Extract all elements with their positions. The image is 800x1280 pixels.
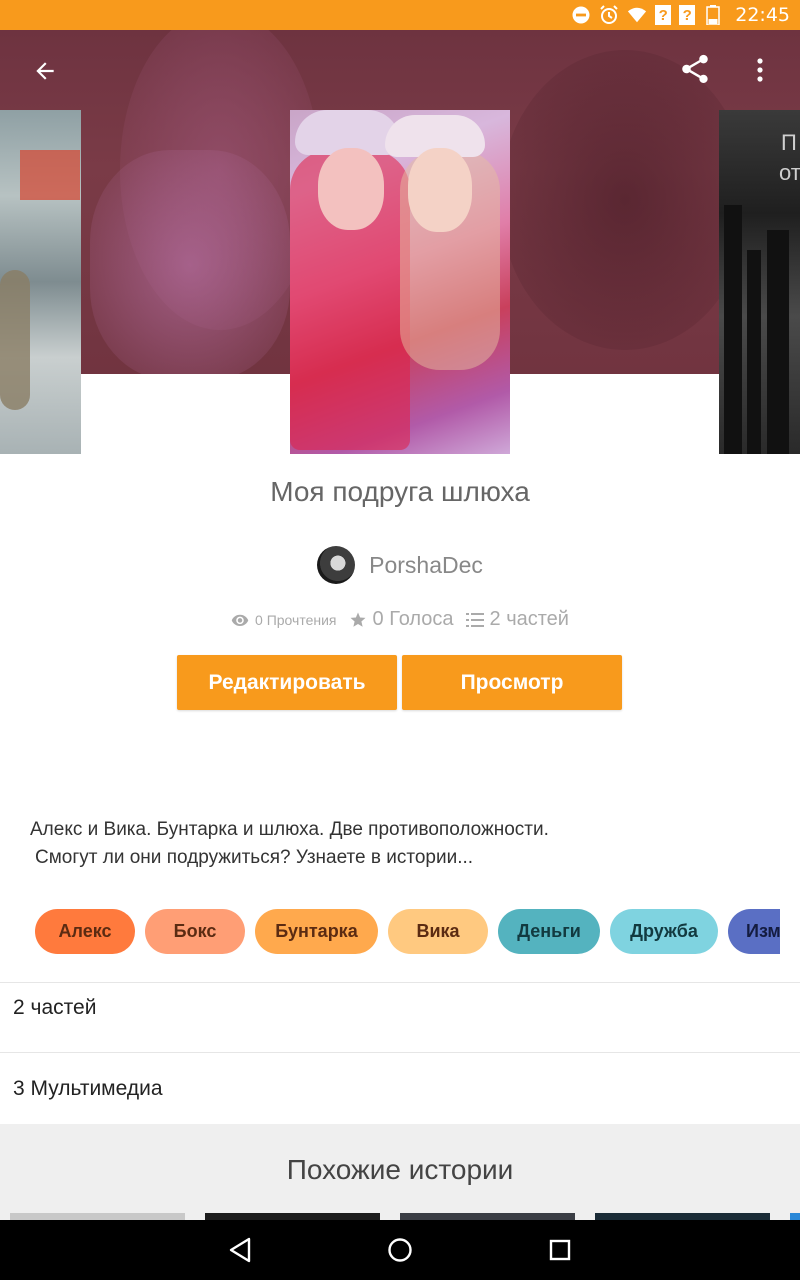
back-button[interactable] xyxy=(22,48,68,94)
story-title: Моя подруга шлюха xyxy=(270,476,530,507)
share-button[interactable] xyxy=(674,48,716,90)
clock: 22:45 xyxy=(735,4,790,26)
parts-section[interactable]: 2 частей xyxy=(0,982,800,1032)
next-cover-text: П xyxy=(781,130,797,155)
story-cover xyxy=(290,110,510,454)
edit-button[interactable]: Редактировать xyxy=(177,655,397,710)
similar-stories-title: Похожие истории xyxy=(286,1154,514,1185)
list-icon xyxy=(465,612,484,627)
tag-chip[interactable]: Дружба xyxy=(610,909,718,954)
nav-recents-icon xyxy=(549,1239,571,1261)
previous-story-cover[interactable] xyxy=(0,110,81,454)
tag-chip[interactable]: Алекс xyxy=(35,909,135,954)
votes-count: 0 Голоса xyxy=(372,608,454,630)
description-line: Алекс и Вика. Бунтарка и шлюха. Две прот… xyxy=(30,819,549,840)
next-cover-text: от xyxy=(779,160,800,185)
similar-story-cover[interactable] xyxy=(400,1213,575,1220)
media-section[interactable]: 3 Мультимедиа xyxy=(0,1052,800,1124)
tag-chip[interactable]: Деньги xyxy=(498,909,600,954)
tag-chip[interactable]: Изм xyxy=(728,909,780,954)
author-name[interactable]: PorshaDec xyxy=(369,552,483,579)
alarm-icon xyxy=(599,5,619,25)
nav-home-button[interactable] xyxy=(380,1230,420,1270)
description-line: Смогут ли они подружиться? Узнаете в ист… xyxy=(35,847,474,868)
battery-icon xyxy=(703,5,723,25)
more-vert-icon xyxy=(757,58,763,82)
tag-chip[interactable]: Бокс xyxy=(145,909,245,954)
story-description: Алекс и Вика. Бунтарка и шлюха. Две прот… xyxy=(30,816,770,872)
tag-list: Алекс Бокс Бунтарка Вика Деньги Дружба И… xyxy=(35,909,780,954)
nav-back-button[interactable] xyxy=(220,1230,260,1270)
arrow-back-icon xyxy=(36,62,54,80)
eye-icon xyxy=(231,614,249,626)
author-row[interactable]: PorshaDec xyxy=(0,546,800,584)
share-icon xyxy=(682,54,708,84)
preview-button[interactable]: Просмотр xyxy=(402,655,622,710)
nav-recents-button[interactable] xyxy=(540,1230,580,1270)
nav-home-icon xyxy=(388,1238,412,1262)
status-bar: ? ? 22:45 xyxy=(0,0,800,30)
avatar[interactable] xyxy=(317,546,356,584)
similar-story-cover[interactable] xyxy=(10,1213,185,1220)
parts-count: 2 частей xyxy=(489,608,569,630)
next-story-cover[interactable]: П от xyxy=(719,110,800,454)
reads-count: 0 Прочтения xyxy=(255,611,337,628)
similar-story-cover[interactable] xyxy=(595,1213,770,1220)
do-not-disturb-icon xyxy=(571,5,591,25)
navigation-bar xyxy=(0,1220,800,1280)
more-options-button[interactable] xyxy=(740,48,780,92)
signal-unknown-icon: ? xyxy=(655,5,672,25)
wifi-icon xyxy=(627,5,647,25)
similar-stories-section: Похожие истории xyxy=(0,1124,800,1220)
star-icon xyxy=(350,612,366,627)
similar-story-cover[interactable] xyxy=(790,1213,800,1220)
story-stats: 0 Прочтения 0 Голоса 2 частей xyxy=(0,608,800,631)
signal-unknown-icon: ? xyxy=(679,5,696,25)
similar-story-cover[interactable] xyxy=(205,1213,380,1220)
tag-chip[interactable]: Вика xyxy=(388,909,488,954)
nav-back-icon xyxy=(229,1237,251,1263)
tag-chip[interactable]: Бунтарка xyxy=(255,909,378,954)
